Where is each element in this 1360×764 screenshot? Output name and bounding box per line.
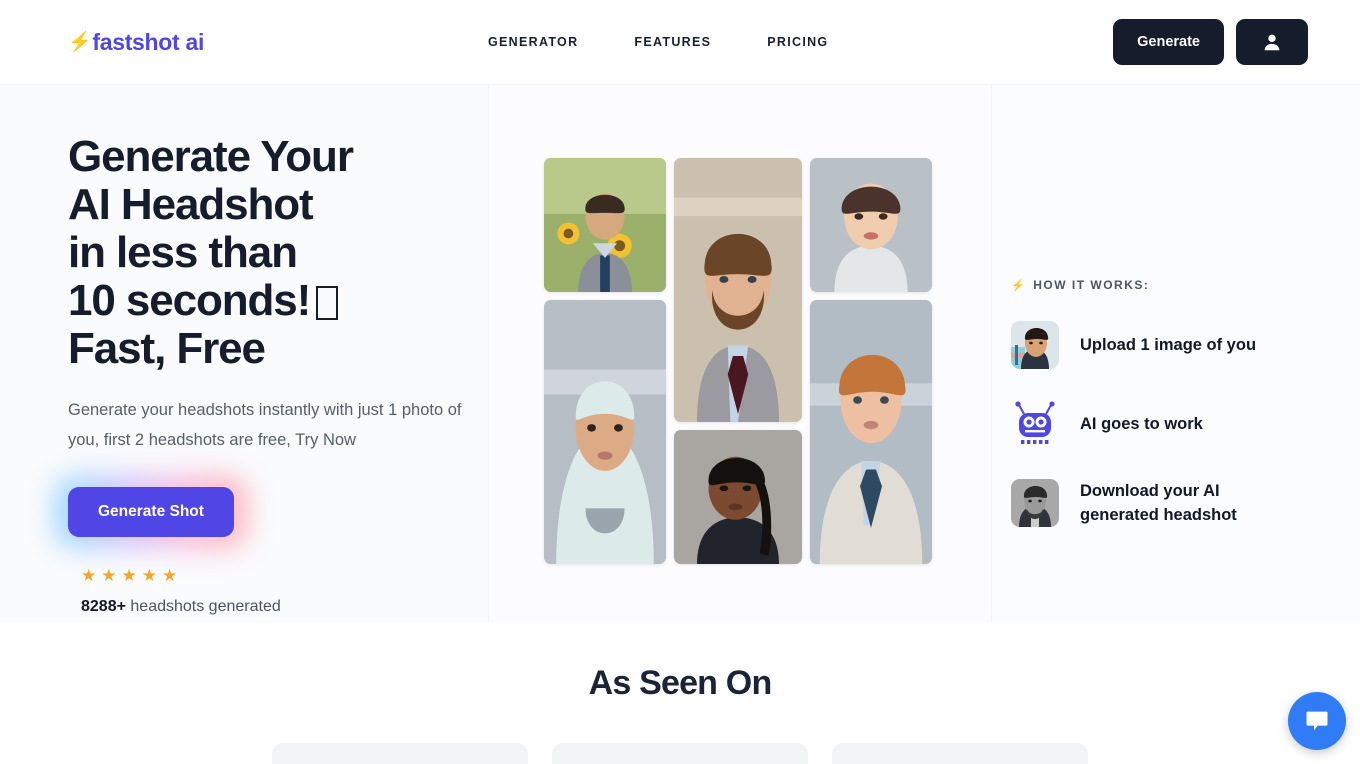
how-it-works-step: Download your AI generated headshot bbox=[1011, 479, 1360, 527]
how-it-works-step-label: AI goes to work bbox=[1080, 415, 1203, 433]
user-icon bbox=[1264, 34, 1280, 51]
hero-collage-column bbox=[488, 85, 992, 622]
main-nav: GENERATOR FEATURES PRICING bbox=[488, 35, 828, 49]
how-it-works-step-label: Upload 1 image of you bbox=[1080, 336, 1257, 354]
rating-stars: ★ ★ ★ ★ ★ bbox=[68, 567, 488, 584]
headshot-collage bbox=[544, 157, 936, 564]
hero-left-column: Generate Your AI Headshot in less than 1… bbox=[0, 85, 488, 622]
hero-section: Generate Your AI Headshot in less than 1… bbox=[0, 84, 1360, 622]
photo-thumbnail-icon bbox=[1011, 321, 1059, 369]
logo[interactable]: ⚡ fastshot ai bbox=[68, 29, 204, 56]
press-logo-1 bbox=[272, 743, 528, 764]
how-it-works-column: ⚡ HOW IT WORKS: Upload 1 image of you AI… bbox=[992, 85, 1360, 622]
lightning-bolt-icon: ⚡ bbox=[1011, 279, 1027, 292]
header-actions: Generate bbox=[1113, 19, 1308, 65]
photo-thumbnail-icon bbox=[1011, 479, 1059, 527]
cta-wrapper: Generate Shot bbox=[54, 475, 248, 549]
press-logo-2 bbox=[552, 743, 808, 764]
as-seen-on-title: As Seen On bbox=[588, 664, 773, 702]
headshot-count: 8288+ bbox=[81, 598, 126, 615]
site-header: ⚡ fastshot ai GENERATOR FEATURES PRICING… bbox=[0, 0, 1360, 84]
collage-image-man-sunflowers bbox=[544, 157, 666, 292]
account-button[interactable] bbox=[1236, 19, 1308, 65]
hero-subhead: Generate your headshots instantly with j… bbox=[68, 401, 462, 449]
lightning-bolt-icon: ⚡ bbox=[68, 31, 92, 53]
missing-glyph-icon bbox=[316, 286, 339, 320]
chat-bubble-icon bbox=[1306, 711, 1328, 731]
as-seen-on-section: As Seen On bbox=[0, 622, 1360, 764]
page-title: Generate Your AI Headshot in less than 1… bbox=[68, 133, 488, 373]
headline-main: Generate Your AI Headshot in less than 1… bbox=[68, 132, 354, 325]
generate-button[interactable]: Generate bbox=[1113, 19, 1224, 65]
headshot-count-label: headshots generated bbox=[130, 598, 281, 615]
collage-image-woman-braids bbox=[674, 429, 802, 564]
how-it-works-step: AI goes to work bbox=[1011, 400, 1360, 448]
how-it-works-steps: Upload 1 image of you AI goes to work Do… bbox=[1011, 321, 1360, 527]
star-icon: ★ bbox=[101, 566, 117, 585]
nav-item-features[interactable]: FEATURES bbox=[634, 35, 711, 49]
headline-tail: Fast, Free bbox=[68, 324, 266, 373]
collage-image-asian-woman bbox=[810, 157, 932, 292]
how-it-works-step-label: Download your AI generated headshot bbox=[1080, 482, 1237, 524]
generate-shot-button[interactable]: Generate Shot bbox=[68, 487, 234, 537]
star-icon: ★ bbox=[81, 566, 97, 585]
star-icon: ★ bbox=[141, 566, 157, 585]
star-icon: ★ bbox=[121, 566, 137, 585]
collage-image-woman-hijab bbox=[544, 299, 666, 564]
how-it-works-label: ⚡ HOW IT WORKS: bbox=[1011, 278, 1360, 292]
press-logo-3 bbox=[832, 743, 1088, 764]
social-proof: 8288+ headshots generated bbox=[68, 598, 488, 616]
press-logo-row bbox=[0, 743, 1360, 764]
nav-item-generator[interactable]: GENERATOR bbox=[488, 35, 578, 49]
how-it-works-title: HOW IT WORKS: bbox=[1033, 278, 1150, 292]
collage-image-ginger-man bbox=[810, 299, 932, 564]
chat-widget-button[interactable] bbox=[1288, 692, 1346, 750]
collage-image-bearded-man bbox=[674, 157, 802, 422]
how-it-works-step: Upload 1 image of you bbox=[1011, 321, 1360, 369]
robot-icon bbox=[1011, 400, 1059, 448]
nav-item-pricing[interactable]: PRICING bbox=[767, 35, 828, 49]
logo-text: fastshot ai bbox=[92, 28, 205, 55]
star-icon: ★ bbox=[162, 566, 178, 585]
